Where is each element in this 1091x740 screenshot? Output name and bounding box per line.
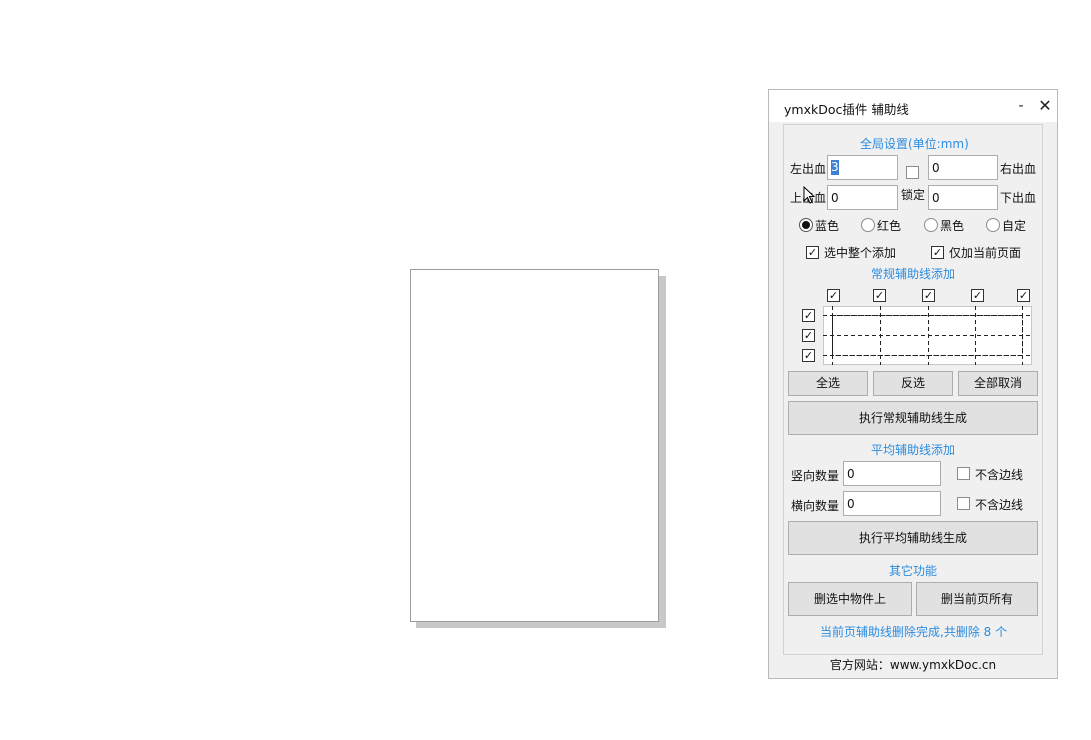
- select-whole-add-checkbox[interactable]: ✓: [806, 246, 819, 259]
- execute-regular-guides-button[interactable]: 执行常规辅助线生成: [788, 401, 1038, 435]
- color-radio-blue[interactable]: [799, 218, 813, 232]
- color-label-blue: 蓝色: [815, 219, 840, 233]
- vertical-guide-checkbox-5[interactable]: ✓: [1017, 289, 1030, 302]
- right-bleed-input[interactable]: [928, 155, 998, 180]
- vertical-exclude-edge-label: 不含边线: [975, 468, 1024, 482]
- horizontal-count-label: 横向数量: [791, 499, 840, 513]
- vertical-guide-checkbox-4[interactable]: ✓: [971, 289, 984, 302]
- title-bar[interactable]: ymxkDoc插件 辅助线 - ✕: [769, 90, 1057, 122]
- regular-guides-title: 常规辅助线添加: [871, 267, 956, 281]
- horizontal-exclude-edge-label: 不含边线: [975, 498, 1024, 512]
- status-message: 当前页辅助线删除完成,共删除 8 个: [820, 625, 1008, 639]
- minimize-button[interactable]: -: [1012, 96, 1030, 116]
- color-radio-black[interactable]: [924, 218, 938, 232]
- average-guides-title: 平均辅助线添加: [871, 443, 956, 457]
- bottom-bleed-label: 下出血: [1000, 191, 1037, 205]
- mouse-cursor-icon: [803, 186, 815, 204]
- vertical-guide-checkbox-2[interactable]: ✓: [873, 289, 886, 302]
- left-bleed-selected-text: 3: [831, 160, 839, 175]
- color-label-red: 红色: [877, 219, 902, 233]
- guide-preview-grid: [823, 306, 1032, 365]
- select-all-button[interactable]: 全选: [788, 371, 868, 396]
- vertical-count-input[interactable]: [843, 461, 941, 486]
- window-title: ymxkDoc插件 辅助线: [784, 102, 909, 117]
- current-page-only-label: 仅加当前页面: [949, 246, 1022, 260]
- lock-label: 锁定: [901, 188, 926, 202]
- top-bleed-input[interactable]: [827, 185, 898, 210]
- global-settings-title: 全局设置(单位:mm): [860, 137, 969, 151]
- horizontal-exclude-edge-checkbox[interactable]: [957, 497, 970, 510]
- current-page-only-checkbox[interactable]: ✓: [931, 246, 944, 259]
- delete-page-guides-button[interactable]: 删当前页所有: [916, 582, 1038, 616]
- color-radio-custom[interactable]: [986, 218, 1000, 232]
- document-page[interactable]: [410, 269, 659, 622]
- right-bleed-label: 右出血: [1000, 162, 1037, 176]
- vertical-count-label: 竖向数量: [791, 469, 840, 483]
- execute-average-guides-button[interactable]: 执行平均辅助线生成: [788, 521, 1038, 555]
- horizontal-guide-checkbox-2[interactable]: ✓: [802, 329, 815, 342]
- color-label-custom: 自定: [1002, 219, 1027, 233]
- website-footer: 官方网站：www.ymxkDoc.cn: [829, 658, 997, 672]
- deselect-all-button[interactable]: 全部取消: [958, 371, 1038, 396]
- lock-checkbox[interactable]: [906, 166, 919, 179]
- color-label-black: 黑色: [940, 219, 965, 233]
- left-bleed-label: 左出血: [790, 162, 827, 176]
- bottom-bleed-input[interactable]: [928, 185, 998, 210]
- vertical-exclude-edge-checkbox[interactable]: [957, 467, 970, 480]
- select-whole-add-label: 选中整个添加: [824, 246, 897, 260]
- vertical-guide-checkbox-1[interactable]: ✓: [827, 289, 840, 302]
- close-button[interactable]: ✕: [1035, 96, 1055, 116]
- horizontal-count-input[interactable]: [843, 491, 941, 516]
- color-radio-red[interactable]: [861, 218, 875, 232]
- invert-selection-button[interactable]: 反选: [873, 371, 953, 396]
- horizontal-guide-checkbox-3[interactable]: ✓: [802, 349, 815, 362]
- horizontal-guide-checkbox-1[interactable]: ✓: [802, 309, 815, 322]
- delete-selected-guides-button[interactable]: 删选中物件上: [788, 582, 912, 616]
- vertical-guide-checkbox-3[interactable]: ✓: [922, 289, 935, 302]
- other-functions-title: 其它功能: [889, 564, 938, 578]
